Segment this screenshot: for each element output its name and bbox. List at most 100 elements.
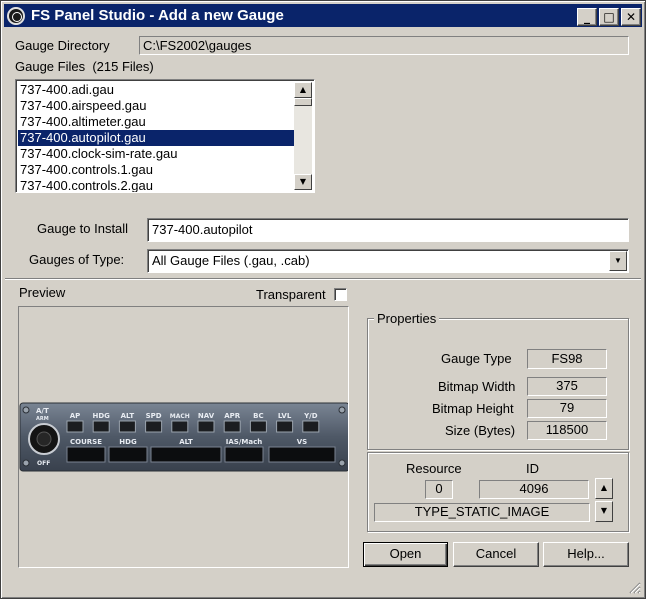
gauge-display-label: HDG bbox=[119, 438, 137, 446]
off-label: OFF bbox=[37, 460, 50, 467]
gauge-file-item[interactable]: 737-400.controls.1.gau bbox=[18, 162, 294, 178]
resource-up-button[interactable]: ▲ bbox=[595, 478, 613, 499]
gauge-button-label: MACH bbox=[170, 413, 190, 420]
gauge-button bbox=[118, 420, 136, 433]
cancel-button[interactable]: Cancel bbox=[453, 542, 539, 567]
maximize-button[interactable]: □ bbox=[599, 8, 619, 26]
bitmap-width-value: 375 bbox=[527, 377, 607, 396]
gauge-button-label: LVL bbox=[278, 412, 292, 420]
title-bar[interactable]: FS Panel Studio - Add a new Gauge _ □ ✕ bbox=[4, 4, 642, 27]
screw-icon bbox=[22, 459, 30, 467]
resource-value: 0 bbox=[425, 480, 453, 499]
gauge-files-scrollbar[interactable]: ▲ ▼ bbox=[294, 82, 312, 190]
bitmap-height-label: Bitmap Height bbox=[432, 401, 514, 416]
window-title: FS Panel Studio - Add a new Gauge bbox=[31, 7, 284, 24]
gauge-display-label: VS bbox=[297, 438, 307, 446]
gauge-button-label: ALT bbox=[121, 412, 135, 420]
dropdown-button[interactable]: ▼ bbox=[609, 251, 627, 271]
gauges-of-type-value: All Gauge Files (.gau, .cab) bbox=[152, 253, 310, 268]
scroll-up-button[interactable]: ▲ bbox=[294, 82, 312, 98]
resize-grip-icon[interactable] bbox=[627, 580, 641, 594]
gauge-button bbox=[92, 420, 110, 433]
gauge-files-list[interactable]: 737-400.adi.gau 737-400.airspeed.gau 737-4… bbox=[15, 79, 315, 193]
chevron-down-icon: ▼ bbox=[614, 256, 622, 265]
at-switch-center bbox=[36, 431, 52, 447]
help-button[interactable]: Help... bbox=[543, 542, 629, 567]
gauge-file-item[interactable]: 737-400.autopilot.gau bbox=[18, 130, 294, 146]
gauge-button bbox=[197, 420, 215, 433]
gauge-button-label: APR bbox=[224, 412, 241, 420]
size-bytes-label: Size (Bytes) bbox=[445, 423, 516, 438]
arrow-down-icon: ▼ bbox=[600, 506, 608, 515]
separator bbox=[5, 278, 641, 280]
gauge-button bbox=[249, 420, 267, 433]
gauge-button bbox=[223, 420, 241, 433]
gauge-display-window bbox=[108, 446, 148, 463]
open-button[interactable]: Open bbox=[363, 542, 448, 567]
scroll-thumb[interactable] bbox=[294, 98, 312, 106]
gauge-file-item[interactable]: 737-400.clock-sim-rate.gau bbox=[18, 146, 294, 162]
close-button[interactable]: ✕ bbox=[621, 8, 641, 26]
gauge-file-item[interactable]: 737-400.adi.gau bbox=[18, 82, 294, 98]
gauge-display-label: IAS/Mach bbox=[226, 438, 262, 446]
gauge-display-window bbox=[66, 446, 106, 463]
gauge-to-install-label: Gauge to Install bbox=[37, 221, 129, 236]
gauge-files-items: 737-400.adi.gau 737-400.airspeed.gau 737-4… bbox=[18, 82, 294, 192]
resource-label: Resource bbox=[406, 461, 462, 476]
scroll-up-icon: ▲ bbox=[299, 85, 307, 94]
gauge-button-label: BC bbox=[253, 412, 263, 420]
id-label: ID bbox=[526, 461, 539, 476]
preview-label: Preview bbox=[19, 285, 66, 300]
app-icon bbox=[7, 7, 25, 25]
gauge-files-title: Gauge Files bbox=[15, 59, 86, 74]
arm-label: ARM bbox=[36, 416, 49, 422]
gauge-button bbox=[302, 420, 320, 433]
minimize-icon: _ bbox=[584, 10, 590, 24]
bitmap-width-label: Bitmap Width bbox=[438, 379, 516, 394]
gauges-of-type-select[interactable]: All Gauge Files (.gau, .cab) ▼ bbox=[147, 249, 629, 273]
screw-icon bbox=[22, 406, 30, 414]
screw-icon bbox=[338, 459, 346, 467]
gauge-button bbox=[66, 420, 84, 433]
gauge-directory-value: C:\FS2002\gauges bbox=[139, 36, 629, 55]
gauge-file-item[interactable]: 737-400.airspeed.gau bbox=[18, 98, 294, 114]
close-icon: ✕ bbox=[625, 10, 637, 24]
gauge-display-label: ALT bbox=[179, 438, 193, 446]
gauge-to-install-input[interactable]: 737-400.autopilot bbox=[147, 218, 629, 242]
gauge-button-label: AP bbox=[70, 412, 81, 420]
gauge-button bbox=[145, 420, 163, 433]
gauge-display-window bbox=[224, 446, 264, 463]
gauge-display-label: COURSE bbox=[70, 438, 102, 446]
resource-id-value: 4096 bbox=[479, 480, 589, 499]
scroll-down-icon: ▼ bbox=[299, 177, 307, 186]
gauge-files-label: Gauge Files (215 Files) bbox=[15, 59, 154, 74]
gauge-file-item[interactable]: 737-400.altimeter.gau bbox=[18, 114, 294, 130]
transparent-checkbox[interactable] bbox=[334, 288, 347, 301]
gauges-of-type-label: Gauges of Type: bbox=[29, 252, 125, 267]
properties-title: Properties bbox=[374, 311, 440, 326]
gauge-button-label: SPD bbox=[146, 412, 162, 420]
maximize-icon: □ bbox=[603, 10, 615, 24]
gauge-button bbox=[171, 420, 189, 433]
preview-pane: A/T ARM OFF AP HDG ALT SPD MACH NAV APR BC LVL Y/… bbox=[18, 306, 349, 568]
gauge-preview-image: A/T ARM OFF AP HDG ALT SPD MACH NAV APR BC LVL Y/… bbox=[19, 402, 348, 472]
bitmap-height-value: 79 bbox=[527, 399, 607, 418]
at-label: A/T bbox=[36, 407, 49, 415]
gauge-files-count: (215 Files) bbox=[92, 59, 154, 74]
resource-down-button[interactable]: ▼ bbox=[595, 501, 613, 522]
minimize-button[interactable]: _ bbox=[577, 8, 597, 26]
gauge-file-item[interactable]: 737-400.controls.2.gau bbox=[18, 178, 294, 192]
add-gauge-dialog: FS Panel Studio - Add a new Gauge _ □ ✕ … bbox=[0, 0, 646, 599]
gauge-type-label: Gauge Type bbox=[441, 351, 512, 366]
gauge-display-window bbox=[268, 446, 336, 463]
gauge-directory-label: Gauge Directory bbox=[15, 38, 110, 53]
gauge-button bbox=[276, 420, 294, 433]
arrow-up-icon: ▲ bbox=[600, 483, 608, 492]
gauge-type-value: FS98 bbox=[527, 349, 607, 369]
resource-type-value: TYPE_STATIC_IMAGE bbox=[374, 503, 590, 522]
gauge-button-label: HDG bbox=[92, 412, 110, 420]
gauge-button-label: Y/D bbox=[303, 412, 318, 420]
transparent-label: Transparent bbox=[256, 287, 326, 302]
scroll-down-button[interactable]: ▼ bbox=[294, 174, 312, 190]
gauge-button-label: NAV bbox=[198, 412, 215, 420]
